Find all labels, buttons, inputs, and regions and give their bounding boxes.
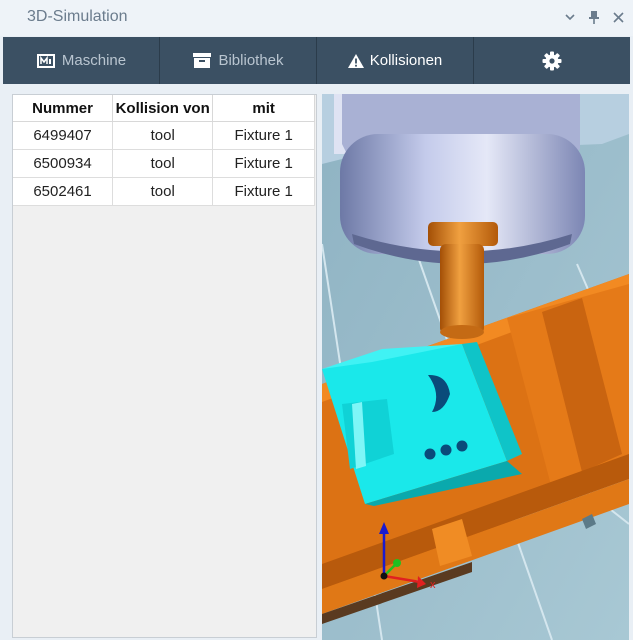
tab-kollisionen[interactable]: Kollisionen	[317, 37, 474, 84]
cell-nummer: 6500934	[13, 149, 114, 178]
collisions-table: Nummer Kollision von mit 6499407 tool Fi…	[13, 95, 315, 206]
cell-mit: Fixture 1	[212, 149, 315, 178]
library-icon	[192, 52, 212, 69]
x-axis-label: x	[430, 579, 436, 591]
simulation-toolbar: Maschine Bibliothek Kollisionen	[3, 37, 630, 84]
cell-nummer: 6502461	[13, 177, 114, 206]
warning-icon	[347, 53, 364, 68]
column-header-nummer[interactable]: Nummer	[13, 95, 114, 122]
table-row[interactable]: 6499407 tool Fixture 1	[13, 121, 315, 150]
tab-kollisionen-label: Kollisionen	[369, 52, 443, 69]
column-header-mit[interactable]: mit	[212, 95, 315, 122]
cell-kollision-von: tool	[112, 149, 214, 178]
settings-button[interactable]	[474, 37, 630, 84]
window-controls	[563, 8, 625, 26]
collisions-table-panel: Nummer Kollision von mit 6499407 tool Fi…	[12, 94, 317, 638]
column-header-kollision-von[interactable]: Kollision von	[112, 95, 214, 122]
gear-icon	[542, 51, 562, 71]
table-row[interactable]: 6500934 tool Fixture 1	[13, 149, 315, 178]
cell-kollision-von: tool	[112, 121, 214, 150]
table-header-row: Nummer Kollision von mit	[13, 95, 315, 122]
tab-maschine-label: Maschine	[61, 52, 127, 69]
pin-icon[interactable]	[587, 8, 601, 26]
content-area: Nummer Kollision von mit 6499407 tool Fi…	[3, 85, 630, 640]
close-icon[interactable]	[611, 8, 625, 26]
window-title: 3D-Simulation	[27, 8, 128, 25]
simulation-scene: x	[322, 94, 629, 640]
cell-mit: Fixture 1	[212, 177, 315, 206]
window-title-bar: 3D-Simulation	[0, 0, 633, 36]
cell-mit: Fixture 1	[212, 121, 315, 150]
simulation-3d-viewport[interactable]: x	[322, 94, 629, 640]
cell-nummer: 6499407	[13, 121, 114, 150]
tab-maschine[interactable]: Maschine	[3, 37, 160, 84]
tab-bibliothek[interactable]: Bibliothek	[160, 37, 317, 84]
table-row[interactable]: 6502461 tool Fixture 1	[13, 177, 315, 206]
cell-kollision-von: tool	[112, 177, 214, 206]
tab-bibliothek-label: Bibliothek	[218, 52, 284, 69]
machine-icon	[36, 53, 56, 69]
chevron-down-icon[interactable]	[563, 8, 577, 26]
